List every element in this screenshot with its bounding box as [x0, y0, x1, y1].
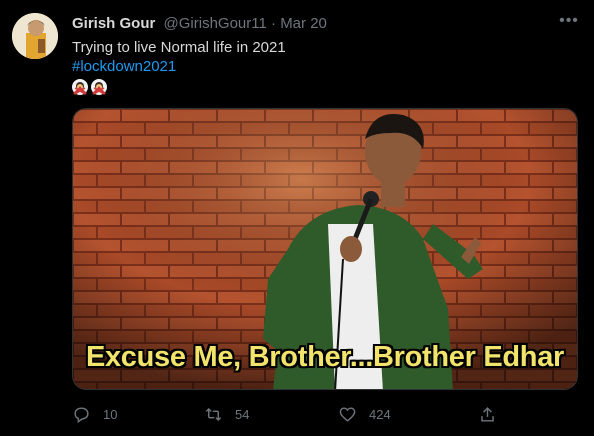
tweet-media[interactable]: Excuse Me, Brother...Brother Edhar	[72, 108, 578, 390]
more-options-icon[interactable]: •••	[557, 12, 581, 32]
share-icon	[481, 406, 494, 422]
tweet-header: Girish Gour @GirishGour11 · Mar 20	[72, 14, 327, 33]
separator-dot: ·	[271, 15, 277, 32]
author-name[interactable]: Girish Gour	[72, 15, 155, 32]
retweet-icon	[205, 407, 222, 421]
tweet-text: Trying to live Normal life in 2021	[72, 39, 286, 56]
author-handle[interactable]: @GirishGour11	[164, 15, 267, 32]
media-caption: Excuse Me, Brother...Brother Edhar	[85, 341, 565, 373]
share-button[interactable]	[478, 400, 497, 428]
man-gesturing-no-emoji	[91, 79, 107, 95]
tweet[interactable]: Girish Gour @GirishGour11 · Mar 20 ••• T…	[0, 0, 594, 436]
heart-icon	[339, 406, 356, 422]
avatar[interactable]	[12, 13, 58, 59]
reply-count: 10	[103, 406, 118, 422]
emoji-row	[72, 79, 107, 97]
reply-button[interactable]: 10	[72, 400, 117, 428]
like-count: 424	[369, 406, 391, 422]
tweet-date[interactable]: Mar 20	[280, 15, 327, 32]
retweet-button[interactable]: 54	[204, 400, 249, 428]
tweet-actions: 10 54 424	[72, 400, 578, 428]
hashtag-link[interactable]: #lockdown2021	[72, 57, 176, 77]
avatar-image	[12, 13, 58, 59]
like-button[interactable]: 424	[338, 400, 391, 428]
retweet-count: 54	[235, 406, 250, 422]
man-gesturing-no-emoji	[72, 79, 88, 95]
reply-icon	[74, 406, 89, 423]
